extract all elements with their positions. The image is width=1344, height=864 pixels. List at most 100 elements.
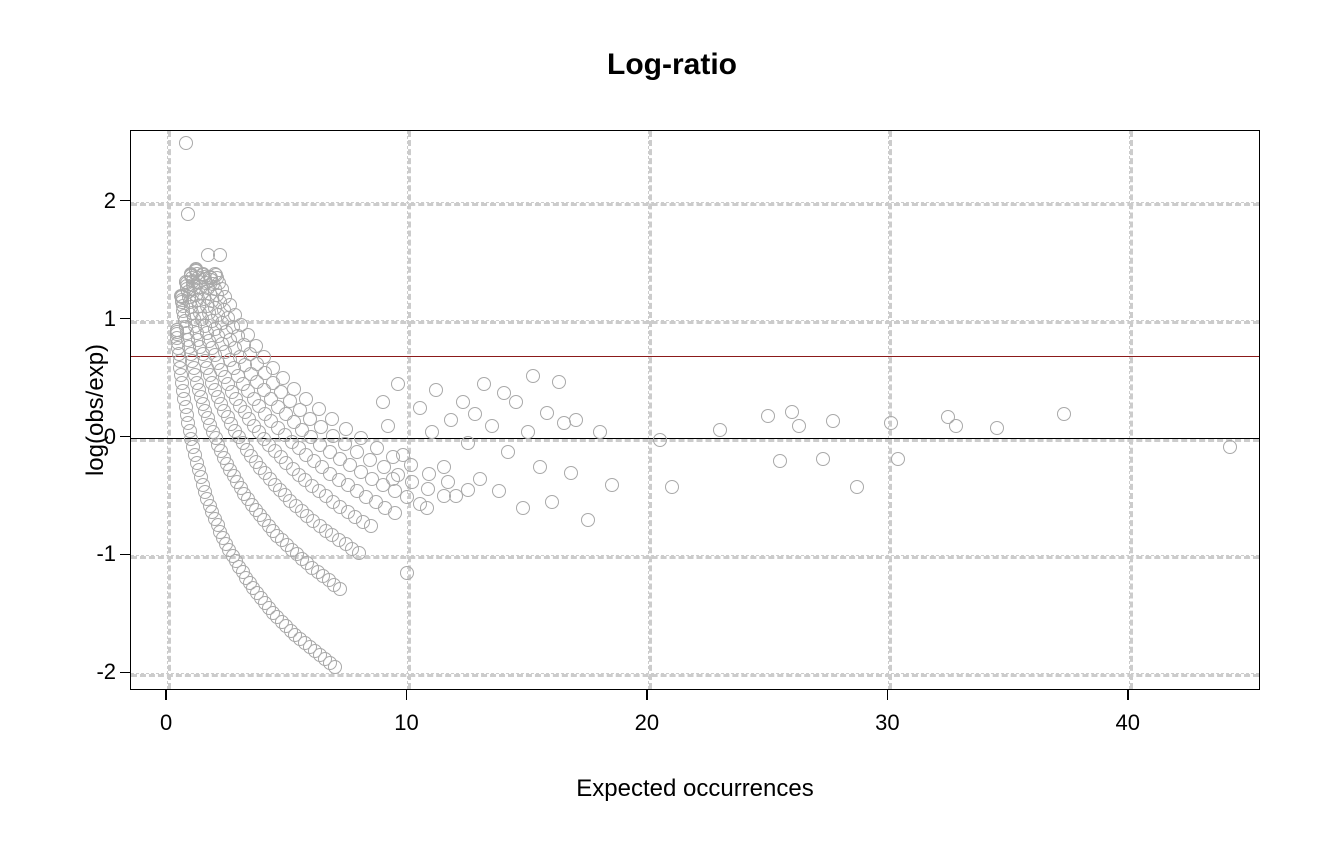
x-axis-label: Expected occurrences [130,775,1260,803]
data-point [533,460,547,474]
x-tick-label: 20 [635,710,659,736]
data-point [181,207,195,221]
x-tick-label: 0 [160,710,172,736]
data-point [477,377,491,391]
data-point [386,472,400,486]
data-point [826,414,840,428]
data-point [850,480,864,494]
data-point [441,475,455,489]
grid-line-vertical [1129,131,1133,689]
data-point [497,386,511,400]
data-point [352,546,366,560]
data-point [325,412,339,426]
data-point [364,519,378,533]
y-tick-mark [120,318,130,320]
reference-line-zero [131,438,1259,439]
y-tick-mark [120,554,130,556]
plot-area [130,130,1260,690]
data-point [665,480,679,494]
data-point [468,407,482,421]
data-point [990,421,1004,435]
chart-title: Log-ratio [0,48,1344,82]
data-point [376,395,390,409]
data-point [713,423,727,437]
data-point [485,419,499,433]
data-point [370,441,384,455]
data-point [473,472,487,486]
data-point [521,425,535,439]
data-point [444,413,458,427]
data-point [1223,440,1237,454]
data-point [388,506,402,520]
data-point [516,501,530,515]
grid-line-vertical [648,131,652,689]
x-tick-mark [1127,690,1129,700]
data-point [564,466,578,480]
data-point [354,431,368,445]
grid-line-vertical [888,131,892,689]
data-point [569,413,583,427]
x-tick-mark [646,690,648,700]
reference-line-threshold [131,356,1259,357]
data-point [405,475,419,489]
data-point [299,392,313,406]
data-point [287,382,301,396]
data-point [328,660,342,674]
grid-line-horizontal [131,673,1259,677]
y-tick-mark [120,200,130,202]
y-tick-label: 2 [104,188,116,214]
data-point [816,452,830,466]
data-point [420,501,434,515]
x-tick-mark [887,690,889,700]
y-tick-label: 1 [104,306,116,332]
data-point [653,433,667,447]
data-point [213,248,227,262]
data-point [179,136,193,150]
data-point [461,483,475,497]
data-point [501,445,515,459]
data-point [884,416,898,430]
data-point [449,489,463,503]
x-tick-mark [406,690,408,700]
data-point [492,484,506,498]
y-tick-mark [120,672,130,674]
data-point [509,395,523,409]
y-axis-label: log(obs/exp) [82,344,110,476]
data-point [425,425,439,439]
data-point [773,454,787,468]
data-point [391,377,405,391]
data-point [396,448,410,462]
x-tick-mark [165,690,167,700]
data-point [1057,407,1071,421]
data-point [312,402,326,416]
y-tick-label: -2 [96,659,116,685]
data-point [545,495,559,509]
x-tick-label: 10 [394,710,418,736]
data-point [792,419,806,433]
data-point [400,566,414,580]
data-point [526,369,540,383]
y-tick-label: -1 [96,541,116,567]
data-point [552,375,566,389]
data-point [456,395,470,409]
data-point [540,406,554,420]
data-point [461,436,475,450]
data-point [421,482,435,496]
x-tick-label: 30 [875,710,899,736]
x-tick-label: 40 [1116,710,1140,736]
data-point [891,452,905,466]
data-point [605,478,619,492]
data-point [949,419,963,433]
grid-line-vertical [167,131,171,689]
data-point [413,401,427,415]
grid-line-horizontal [131,202,1259,206]
data-point [761,409,775,423]
data-point [333,582,347,596]
data-point [350,445,364,459]
grid-line-vertical [407,131,411,689]
chart-container: Log-ratio log(obs/exp) Expected occurren… [0,0,1344,864]
data-point [593,425,607,439]
data-point [437,460,451,474]
data-point [381,419,395,433]
y-tick-mark [120,436,130,438]
